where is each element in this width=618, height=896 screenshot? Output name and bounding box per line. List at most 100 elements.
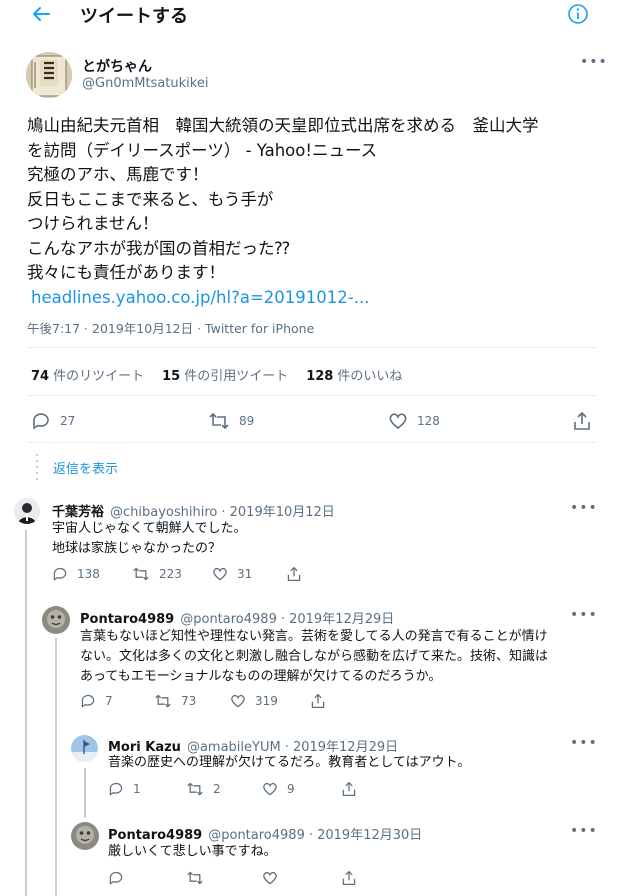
back-arrow-icon[interactable] [31,6,51,22]
reply-author-name[interactable]: Pontaro4989 [108,828,202,843]
retweets-label: 件のリツイート [53,369,145,384]
sky-photo-icon [71,735,98,762]
quotes-stat[interactable]: 15 件の引用ツイート [162,365,288,384]
reply-author-name[interactable]: 千葉芳裕 [52,505,104,520]
reply-line: 宇宙人じゃなくて朝鮮人でした。 [52,521,247,536]
reply-text: 宇宙人じゃなくて朝鮮人でした。 地球は家族じゃなかったの？ [52,519,247,559]
like-button[interactable]: 319 [230,693,278,709]
like-button[interactable]: 128 [388,411,440,431]
like-count: 31 [237,567,253,581]
retweet-button[interactable]: 223 [132,566,182,582]
tweet-line: こんなアホが我が国の首相だった⁇ [27,238,290,258]
reply-button[interactable]: 27 [31,411,75,431]
like-count: 319 [255,694,278,708]
tweet-line: 鳩山由紀夫元首相 韓国大統領の天皇即位式出席を求める 釜山大学 [27,116,539,135]
heart-icon [389,413,407,430]
tweet-meta: 午後7:17 · 2019年10月12日 · Twitter for iPhon… [27,321,315,336]
retweet-button[interactable]: 2 [186,781,221,797]
reply-avatar[interactable] [42,606,70,634]
share-icon [342,870,356,886]
retweet-icon [187,782,203,796]
likes-stat[interactable]: 128 件のいいね [306,365,402,384]
share-icon [311,693,325,709]
reply-header: 千葉芳裕 @chibayoshihiro · 2019年10月12日 [52,501,335,520]
tweet-line: 究極のアホ、馬鹿です！ [27,165,209,184]
retweet-count: 2 [213,782,221,796]
thread-line [55,638,57,896]
tweet-line: を訪問（デイリースポーツ） - Yahoo!ニュース [27,140,378,160]
divider [27,347,597,348]
quotes-label: 件の引用ツイート [184,369,289,384]
more-options-icon[interactable]: ••• [570,607,598,623]
share-button[interactable] [341,870,366,886]
retweet-count: 89 [239,414,255,428]
dotted-line-icon [36,454,38,482]
divider [27,442,597,443]
reply-header: Pontaro4989 @pontaro4989 · 2019年12月30日 [108,824,422,843]
reply-text: 音楽の歴史への理解が欠けてるだろ。教育者としてはアウト。 [108,753,470,773]
retweets-count: 74 [31,369,50,384]
share-button[interactable] [341,781,366,797]
author-name[interactable]: とがちゃん [82,56,152,76]
share-button[interactable] [572,411,601,431]
retweet-button[interactable]: 73 [154,693,196,709]
likes-label: 件のいいね [337,369,403,384]
statue-photo-icon [71,822,99,850]
reply-line: 音楽の歴史への理解が欠けてるだろ。教育者としてはアウト。 [108,755,471,770]
reply-avatar[interactable] [14,498,40,524]
more-options-icon[interactable]: ••• [570,500,598,516]
reply-author-name[interactable]: Pontaro4989 [80,612,174,627]
reply-button[interactable] [108,870,133,886]
thread-line [84,768,86,818]
author-avatar[interactable] [26,52,72,98]
share-icon [574,411,590,430]
reply-button[interactable]: 7 [80,693,113,709]
reply-count: 27 [60,414,76,428]
reply-count: 1 [133,782,141,796]
more-options-icon[interactable]: ••• [570,823,598,839]
retweet-button[interactable]: 89 [208,411,254,431]
show-replies-link[interactable]: 返信を表示 [53,458,118,477]
reply-avatar[interactable] [71,735,98,762]
reply-author-handle[interactable]: @pontaro4989 [208,828,305,843]
tweet-line: つけられません！ [27,214,159,233]
reply-avatar[interactable] [71,822,99,850]
reply-button[interactable]: 1 [108,781,141,797]
tweet-text: 鳩山由紀夫元首相 韓国大統領の天皇即位式出席を求める 釜山大学 を訪問（デイリー… [27,114,607,310]
reply-line: 地球は家族じゃなかったの？ [52,541,222,556]
retweet-icon [155,694,171,708]
reply-icon [53,567,67,581]
reply-text: 厳しいくて悲しい事ですね。 [108,842,277,862]
more-options-icon[interactable]: ••• [570,735,598,751]
retweet-icon [187,871,203,885]
tweet-link[interactable]: headlines.yahoo.co.jp/hl?a=20191012-... [31,286,607,311]
retweet-count: 223 [159,567,182,581]
header-bar: ツイートする [0,0,618,30]
more-options-icon[interactable]: ••• [580,54,608,70]
info-icon[interactable] [567,3,589,25]
like-button[interactable]: 31 [212,566,252,582]
reply-line: あってもエモーショナルなものの理解が欠けてるのだろうか。 [80,669,442,684]
tweet-line: 我々にも責任があります！ [27,263,225,282]
like-count: 128 [417,414,440,428]
page-title: ツイートする [80,6,188,27]
like-button[interactable]: 9 [262,781,295,797]
retweet-button[interactable] [186,870,213,886]
reply-button[interactable]: 138 [52,566,100,582]
reply-date[interactable]: · 2019年12月30日 [309,828,422,843]
heart-icon [263,871,277,885]
reply-author-handle[interactable]: @pontaro4989 [180,612,277,627]
share-button[interactable] [286,566,311,582]
reply-date[interactable]: · 2019年12月29日 [281,612,394,627]
retweets-stat[interactable]: 74 件のリツイート [31,365,144,384]
like-button[interactable] [262,870,287,886]
share-button[interactable] [310,693,335,709]
likes-count: 128 [306,369,334,384]
reply-icon [109,871,123,885]
reply-author-handle[interactable]: @chibayoshihiro [110,505,217,520]
author-handle[interactable]: @Gn0mMtsatukikei [82,76,208,91]
heart-icon [213,567,227,581]
reply-icon [33,413,49,430]
reply-date[interactable]: · 2019年10月12日 [221,505,334,520]
divider [27,395,597,396]
